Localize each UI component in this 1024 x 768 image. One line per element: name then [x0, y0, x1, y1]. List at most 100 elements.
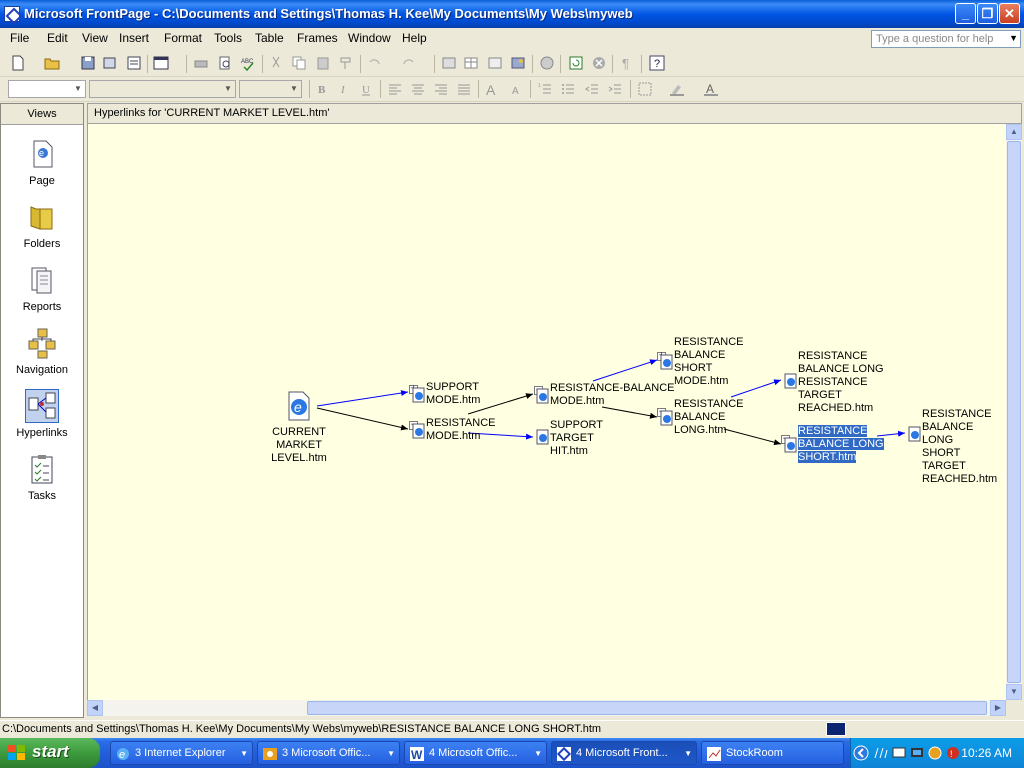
help-question-input[interactable]: Type a question for help ▼: [871, 30, 1021, 48]
node-rbl-resistance-target[interactable]: RESISTANCE BALANCE LONG RESISTANCE TARGE…: [798, 350, 884, 415]
menu-tools[interactable]: Tools: [214, 31, 242, 45]
minimize-button[interactable]: _: [955, 3, 976, 24]
print-icon[interactable]: [193, 55, 209, 71]
justify-icon[interactable]: [456, 81, 472, 97]
chevron-down-icon[interactable]: ▼: [72, 82, 84, 96]
taskbar-clock[interactable]: 10:26 AM: [961, 746, 1012, 760]
node-rb-short-mode[interactable]: RESISTANCE BALANCE SHORT MODE.htm: [674, 336, 743, 388]
view-reports[interactable]: Reports: [1, 264, 83, 313]
scroll-left-icon[interactable]: ◀: [87, 700, 103, 716]
align-left-icon[interactable]: [387, 81, 403, 97]
increase-font-icon[interactable]: A: [485, 81, 501, 97]
view-folders[interactable]: Folders: [1, 201, 83, 250]
task-microsoft-office-outlook[interactable]: 3 Microsoft Offic... ▼: [257, 741, 400, 765]
show-formatting-icon[interactable]: ¶: [619, 55, 635, 71]
toggle-pane-icon[interactable]: [153, 55, 169, 71]
refresh-icon[interactable]: [568, 55, 584, 71]
task-microsoft-office-word[interactable]: W 4 Microsoft Offic... ▼: [404, 741, 547, 765]
font-size-combo[interactable]: ▼: [239, 80, 302, 98]
style-combo[interactable]: ▼: [8, 80, 86, 98]
stop-icon[interactable]: [591, 55, 607, 71]
node-current-market-level[interactable]: CURRENT MARKET LEVEL.htm: [254, 426, 344, 465]
ie-page-icon[interactable]: [782, 437, 798, 453]
insert-picture-icon[interactable]: [510, 55, 526, 71]
save-icon[interactable]: [80, 55, 96, 71]
ie-page-icon[interactable]: [534, 388, 550, 404]
insert-layer-icon[interactable]: [487, 55, 503, 71]
scroll-up-icon[interactable]: ▲: [1006, 124, 1022, 140]
ie-page-icon[interactable]: [410, 387, 426, 403]
new-page-icon[interactable]: [10, 55, 26, 71]
scroll-down-icon[interactable]: ▼: [1006, 684, 1022, 700]
menu-window[interactable]: Window: [348, 31, 391, 45]
task-stockroom[interactable]: StockRoom: [701, 741, 844, 765]
insert-hyperlink-icon[interactable]: [539, 55, 555, 71]
menu-help[interactable]: Help: [402, 31, 427, 45]
increase-indent-icon[interactable]: [607, 81, 623, 97]
format-painter-icon[interactable]: [338, 55, 354, 71]
node-support-mode[interactable]: SUPPORT MODE.htm: [426, 381, 480, 407]
start-button[interactable]: start: [0, 738, 100, 768]
undo-icon[interactable]: [367, 55, 383, 71]
print-preview-icon[interactable]: [217, 55, 233, 71]
redo-icon[interactable]: [400, 55, 416, 71]
chevron-down-icon[interactable]: ▼: [222, 82, 234, 96]
ie-page-icon[interactable]: [658, 410, 674, 426]
clock-app-icon[interactable]: [927, 745, 943, 761]
horizontal-scroll-thumb[interactable]: [307, 701, 987, 715]
show-hidden-icons-icon[interactable]: [853, 745, 869, 761]
menu-frames[interactable]: Frames: [297, 31, 338, 45]
folder-list-icon[interactable]: [126, 55, 142, 71]
node-rbl-short-selected[interactable]: RESISTANCE BALANCE LONG SHORT.htm: [798, 425, 884, 464]
node-rbl-short-target[interactable]: RESISTANCE BALANCE LONG SHORT TARGET REA…: [922, 408, 1006, 486]
monitor-icon[interactable]: [891, 745, 907, 761]
chevron-down-icon[interactable]: ▼: [288, 82, 300, 96]
ie-page-icon[interactable]: [782, 373, 798, 389]
ie-page-icon[interactable]: [906, 426, 922, 442]
bold-icon[interactable]: B: [314, 81, 330, 97]
ie-page-icon[interactable]: [410, 423, 426, 439]
menu-file[interactable]: File: [10, 31, 29, 45]
highlight-icon[interactable]: [669, 81, 685, 97]
ie-page-icon[interactable]: [658, 354, 674, 370]
numbering-icon[interactable]: 1: [537, 81, 553, 97]
ie-page-icon[interactable]: [534, 429, 550, 445]
bullets-icon[interactable]: [560, 81, 576, 97]
paste-icon[interactable]: [315, 55, 331, 71]
node-rb-long[interactable]: RESISTANCE BALANCE LONG.htm: [674, 398, 743, 437]
chevron-down-icon[interactable]: ▼: [1009, 33, 1018, 43]
menu-insert[interactable]: Insert: [119, 31, 149, 45]
vertical-scrollbar[interactable]: ▲ ▼: [1006, 124, 1022, 700]
view-hyperlinks[interactable]: Hyperlinks: [1, 389, 83, 439]
messenger-icon[interactable]: !: [945, 745, 961, 761]
underline-icon[interactable]: U: [358, 81, 374, 97]
hyperlinks-canvas[interactable]: e CURRENT MARKET LEVEL.htm + SUPPORT MOD…: [87, 124, 1006, 700]
close-button[interactable]: ✕: [999, 3, 1020, 24]
align-center-icon[interactable]: [410, 81, 426, 97]
restore-button[interactable]: ❐: [977, 3, 998, 24]
horizontal-scrollbar[interactable]: ◀ ▶: [87, 700, 1006, 716]
menu-format[interactable]: Format: [164, 31, 202, 45]
copy-icon[interactable]: [291, 55, 307, 71]
menu-edit[interactable]: Edit: [47, 31, 68, 45]
display-icon[interactable]: [909, 745, 925, 761]
publish-icon[interactable]: [102, 55, 118, 71]
align-right-icon[interactable]: [433, 81, 449, 97]
font-color-icon[interactable]: A: [703, 81, 719, 97]
node-resistance-mode[interactable]: RESISTANCE MODE.htm: [426, 417, 495, 443]
decrease-font-icon[interactable]: A: [509, 81, 525, 97]
scroll-right-icon[interactable]: ▶: [990, 700, 1006, 716]
help-icon[interactable]: ?: [649, 55, 665, 71]
italic-icon[interactable]: I: [336, 81, 352, 97]
view-tasks[interactable]: Tasks: [1, 453, 83, 502]
cut-icon[interactable]: [268, 55, 284, 71]
vertical-scroll-thumb[interactable]: [1007, 141, 1021, 683]
font-combo[interactable]: ▼: [89, 80, 236, 98]
frontpage-app-icon[interactable]: [4, 6, 20, 22]
menu-view[interactable]: View: [82, 31, 108, 45]
view-navigation[interactable]: Navigation: [1, 327, 83, 376]
insert-table-icon[interactable]: [463, 55, 479, 71]
menu-table[interactable]: Table: [255, 31, 284, 45]
web-component-icon[interactable]: [441, 55, 457, 71]
task-internet-explorer[interactable]: e 3 Internet Explorer ▼: [110, 741, 253, 765]
